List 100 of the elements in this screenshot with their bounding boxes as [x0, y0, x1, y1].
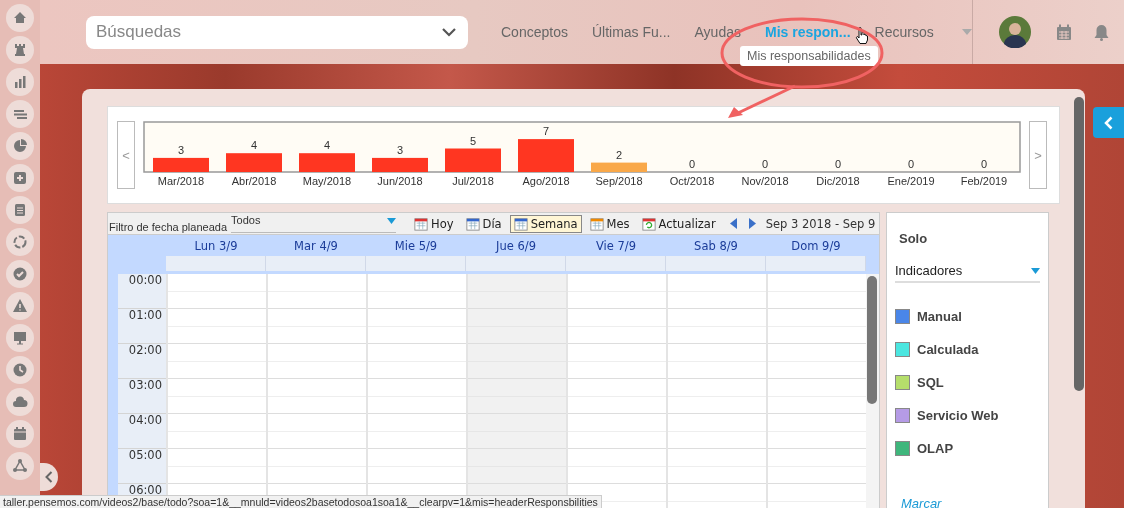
data-label: 0 — [980, 158, 988, 170]
category-label: Jun/2018 — [377, 175, 423, 187]
day-column[interactable] — [666, 274, 766, 508]
day-button[interactable]: Día — [461, 214, 506, 233]
day-header[interactable]: Vie 7/9 — [566, 235, 666, 256]
side-panel-tab[interactable] — [1093, 107, 1124, 138]
filter-label: Filtro de fecha planeada — [108, 221, 228, 234]
day-header[interactable]: Mie 5/9 — [366, 235, 466, 256]
calendar-icon — [589, 216, 604, 231]
tooltip: Mis responsabilidades — [740, 46, 878, 66]
home-icon[interactable] — [6, 4, 34, 32]
refresh-button[interactable]: Actualizar — [637, 214, 720, 233]
monitor-icon[interactable] — [6, 324, 34, 352]
category-label: Sep/2018 — [595, 175, 643, 187]
rook-icon[interactable] — [6, 36, 34, 64]
scrollbar[interactable] — [867, 276, 877, 404]
calendar-icon — [414, 216, 429, 231]
category-label: Nov/2018 — [741, 175, 789, 187]
annotation-arrow — [728, 84, 796, 118]
day-header[interactable]: Sab 8/9 — [666, 235, 766, 256]
filter-dropdown[interactable]: Todos — [231, 214, 397, 233]
cloud-icon[interactable] — [6, 388, 34, 416]
caret-down-icon — [387, 218, 397, 224]
category-label: Dic/2018 — [816, 175, 860, 187]
all-day-cell[interactable] — [566, 256, 666, 271]
all-day-cell[interactable] — [666, 256, 766, 271]
data-label: 3 — [177, 143, 185, 156]
all-day-cell[interactable] — [466, 256, 566, 271]
category-label: Oct/2018 — [669, 175, 715, 187]
next-arrow-icon[interactable] — [747, 218, 756, 229]
data-label: 0 — [907, 158, 915, 170]
bar-chart-icon[interactable] — [6, 68, 34, 96]
data-label: 2 — [615, 148, 623, 161]
legend-label: OLAP — [917, 441, 954, 456]
chevron-left-icon — [45, 471, 53, 483]
caret-down-icon — [1031, 267, 1040, 274]
data-label: 3 — [396, 143, 404, 156]
data-label: 4 — [250, 139, 258, 152]
legend-title: Solo — [898, 231, 929, 246]
bell-icon[interactable] — [1093, 23, 1109, 41]
calendar-refresh-icon — [641, 216, 656, 231]
nav-tab[interactable]: Recursos — [874, 24, 934, 40]
scrollbar[interactable] — [1074, 97, 1084, 391]
chevron-down-icon — [442, 27, 456, 37]
data-label: 0 — [688, 158, 696, 170]
day-header[interactable]: Lun 3/9 — [166, 235, 266, 256]
legend-label: Calculada — [917, 342, 979, 357]
day-column[interactable] — [766, 274, 866, 508]
avatar[interactable] — [998, 16, 1031, 48]
warning-icon[interactable] — [6, 292, 34, 320]
day-header[interactable]: Dom 9/9 — [766, 235, 866, 256]
data-label: 7 — [542, 125, 550, 138]
data-label: 0 — [761, 158, 769, 170]
url-tooltip: taller.pensemos.com/videos2/base/todo?soa=1&__mnuld=videos2basetodosoa1soa1&__clearpv=1&mis=headerResponsbilities — [0, 495, 602, 508]
check-icon[interactable] — [6, 260, 34, 288]
all-day-cell[interactable] — [366, 256, 466, 271]
document-icon[interactable] — [6, 196, 34, 224]
list-icon[interactable] — [6, 100, 34, 128]
day-header[interactable]: Mar 4/9 — [266, 235, 366, 256]
calendar-icon[interactable] — [1055, 23, 1072, 41]
day-header[interactable]: Jue 6/9 — [466, 235, 566, 256]
hand-cursor-icon — [855, 27, 868, 44]
category-label: Ene/2019 — [887, 175, 935, 187]
bar[interactable] — [591, 162, 647, 172]
all-day-cell[interactable] — [166, 256, 266, 271]
today-button[interactable]: Hoy — [410, 214, 458, 233]
calendar-icon — [513, 216, 528, 231]
week-button[interactable]: Semana — [509, 214, 582, 233]
category-label: Ago/2018 — [522, 175, 570, 187]
legend-label: Manual — [917, 309, 962, 324]
bar[interactable] — [445, 148, 501, 172]
calendar-icon — [465, 216, 480, 231]
plus-icon[interactable] — [6, 164, 34, 192]
network-icon[interactable] — [6, 452, 34, 480]
legend-label: Servicio Web — [917, 408, 999, 423]
previous-arrow-icon[interactable] — [729, 218, 738, 229]
nav-tab[interactable]: Conceptos — [501, 24, 568, 40]
date-range: Sep 3 2018 - Sep 9 — [765, 216, 876, 231]
calendar-icon[interactable] — [6, 420, 34, 448]
chevron-left-icon — [1104, 115, 1113, 130]
clock-icon[interactable] — [6, 356, 34, 384]
legend-label: SQL — [917, 375, 944, 390]
pie-chart-icon[interactable] — [6, 132, 34, 160]
category-label: Abr/2018 — [231, 175, 277, 187]
collapse-button[interactable] — [40, 463, 58, 491]
data-label: 0 — [834, 158, 842, 170]
all-day-cell[interactable] — [766, 256, 866, 271]
caret-down-icon[interactable] — [961, 29, 972, 35]
all-day-cell[interactable] — [266, 256, 366, 271]
category-label: Feb/2019 — [960, 175, 1008, 187]
month-button[interactable]: Mes — [585, 214, 634, 233]
nav-tab[interactable]: Últimas Fu... — [591, 24, 671, 40]
data-label: 4 — [323, 139, 331, 152]
search-field[interactable]: Búsquedas — [86, 15, 468, 49]
nav-tab[interactable]: Ayudas — [694, 24, 741, 40]
ring-icon[interactable] — [6, 228, 34, 256]
category-label: Jul/2018 — [452, 175, 494, 187]
type-dropdown[interactable]: Indicadores — [895, 263, 1040, 283]
data-label: 5 — [469, 134, 477, 147]
category-label: Mar/2018 — [157, 175, 205, 187]
